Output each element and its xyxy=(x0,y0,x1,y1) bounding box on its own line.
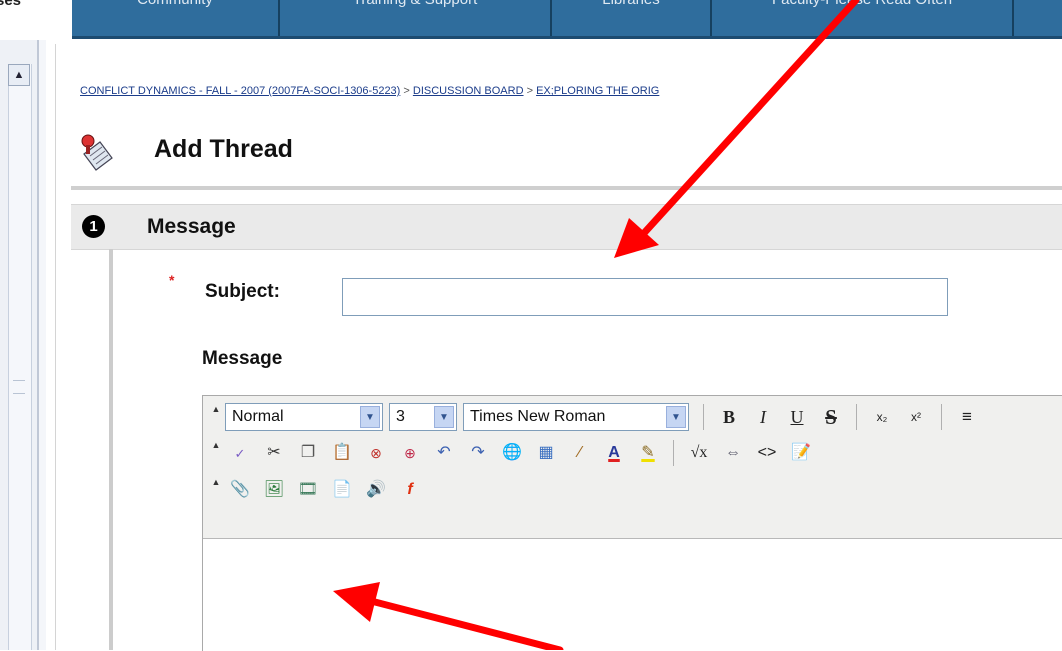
size-select-value: 3 xyxy=(396,408,405,425)
title-divider xyxy=(71,186,1062,190)
insert-anchor-icon[interactable]: ⇔ xyxy=(722,442,744,464)
italic-button[interactable]: I xyxy=(746,404,780,430)
attach-file-icon[interactable]: 📎 xyxy=(229,479,251,501)
tab-community[interactable]: Community xyxy=(72,0,280,36)
breadcrumb-forum-link[interactable]: EX;PLORING THE ORIG xyxy=(536,85,659,97)
undo-icon[interactable]: ↶ xyxy=(433,442,455,464)
chevron-down-icon[interactable]: ▼ xyxy=(360,406,380,428)
frame-divider[interactable] xyxy=(37,40,46,650)
collapse-row-icon[interactable]: ▲ xyxy=(209,404,223,414)
chevron-down-icon[interactable]: ▼ xyxy=(666,406,686,428)
insert-link-icon[interactable]: ⊕ xyxy=(399,442,421,464)
toolbar-row-2: ▲ ✓ ✂ ❐ 📋 ⊗ ⊕ ↶ ↷ 🌐 ▦ ⁄ A ✎ √x ⇔ <> 📝 xyxy=(203,436,818,470)
insert-image-icon[interactable]: 🖼 xyxy=(263,479,285,501)
remove-link-icon[interactable]: ⊗ xyxy=(365,442,387,464)
html-source-icon[interactable]: <> xyxy=(756,442,778,464)
breadcrumb: CONFLICT DYNAMICS - FALL - 2007 (2007FA-… xyxy=(80,85,659,97)
breadcrumb-separator: > xyxy=(523,85,537,97)
equation-editor-icon[interactable]: √x xyxy=(688,442,710,464)
font-select[interactable]: Times New Roman ▼ xyxy=(463,403,689,431)
font-color-icon[interactable]: A xyxy=(603,442,625,464)
subject-label: Subject: xyxy=(205,281,280,302)
toolbar-separator xyxy=(941,404,942,430)
preview-icon[interactable]: 📝 xyxy=(790,442,812,464)
toolbar-row-1: ▲ Normal ▼ 3 ▼ Times New Roman ▼ B I U S xyxy=(203,400,984,434)
collapse-row-icon[interactable]: ▲ xyxy=(209,477,223,487)
collapse-row-icon[interactable]: ▲ xyxy=(209,440,223,450)
message-label: Message xyxy=(202,348,283,369)
format-select[interactable]: Normal ▼ xyxy=(225,403,383,431)
size-select[interactable]: 3 ▼ xyxy=(389,403,457,431)
discussion-thread-icon xyxy=(81,134,113,171)
step-number-badge: 1 xyxy=(82,215,105,238)
tab-strip: Community Training & Support Libraries F… xyxy=(72,0,1062,39)
superscript-button[interactable]: x² xyxy=(899,404,933,430)
section-rail xyxy=(109,249,113,650)
spellcheck-icon[interactable]: ✓ xyxy=(229,442,251,464)
horizontal-rule-icon[interactable]: ⁄ xyxy=(569,442,591,464)
tab-training-support[interactable]: Training & Support xyxy=(280,0,552,36)
toolbar-separator xyxy=(856,404,857,430)
toolbar-row-3: ▲ 📎 🖼 🎞 📄 🔊 f xyxy=(203,473,427,507)
copy-icon[interactable]: ❐ xyxy=(297,442,319,464)
redo-icon[interactable]: ↷ xyxy=(467,442,489,464)
insert-media-icon[interactable]: 🎞 xyxy=(297,479,319,501)
breadcrumb-discussion-board-link[interactable]: DISCUSSION BOARD xyxy=(413,85,524,97)
cut-icon[interactable]: ✂ xyxy=(263,442,285,464)
insert-audio-icon[interactable]: 🔊 xyxy=(365,479,387,501)
align-left-button[interactable]: ≡ xyxy=(950,404,984,430)
tab-courses-partial[interactable]: ses xyxy=(0,0,70,28)
section-header-message: 1 Message xyxy=(71,204,1062,250)
message-editor: ▲ Normal ▼ 3 ▼ Times New Roman ▼ B I U S xyxy=(202,395,1062,651)
page-title: Add Thread xyxy=(154,135,293,163)
left-frame-scrollbar[interactable] xyxy=(8,64,32,650)
font-select-value: Times New Roman xyxy=(470,408,606,425)
insert-table-icon[interactable]: ▦ xyxy=(535,442,557,464)
scroll-up-arrow-icon[interactable]: ▲ xyxy=(8,64,30,86)
paste-icon[interactable]: 📋 xyxy=(331,442,353,464)
insert-web-link-icon[interactable]: 🌐 xyxy=(501,442,523,464)
main-content: CONFLICT DYNAMICS - FALL - 2007 (2007FA-… xyxy=(55,44,1062,651)
tab-faculty[interactable]: Faculty-Please Read Often xyxy=(712,0,1014,36)
subscript-button[interactable]: x₂ xyxy=(865,404,899,430)
frame-resize-grip[interactable] xyxy=(13,380,25,394)
toolbar-separator xyxy=(703,404,704,430)
top-nav-bar: ses Community Training & Support Librari… xyxy=(0,0,1062,39)
required-marker: * xyxy=(169,272,175,288)
strikethrough-button[interactable]: S xyxy=(814,404,848,430)
message-text-area[interactable] xyxy=(203,539,1062,651)
insert-document-icon[interactable]: 📄 xyxy=(331,479,353,501)
editor-toolbar: ▲ Normal ▼ 3 ▼ Times New Roman ▼ B I U S xyxy=(203,396,1062,539)
highlight-color-icon[interactable]: ✎ xyxy=(637,442,659,464)
underline-button[interactable]: U xyxy=(780,404,814,430)
tab-libraries[interactable]: Libraries xyxy=(552,0,712,36)
bold-button[interactable]: B xyxy=(712,404,746,430)
breadcrumb-separator: > xyxy=(400,85,413,97)
subject-input[interactable] xyxy=(342,278,948,316)
toolbar-separator xyxy=(673,440,674,466)
format-select-value: Normal xyxy=(232,408,284,425)
section-title: Message xyxy=(147,215,236,238)
breadcrumb-course-link[interactable]: CONFLICT DYNAMICS - FALL - 2007 (2007FA-… xyxy=(80,85,400,97)
insert-flash-icon[interactable]: f xyxy=(399,479,421,501)
chevron-down-icon[interactable]: ▼ xyxy=(434,406,454,428)
